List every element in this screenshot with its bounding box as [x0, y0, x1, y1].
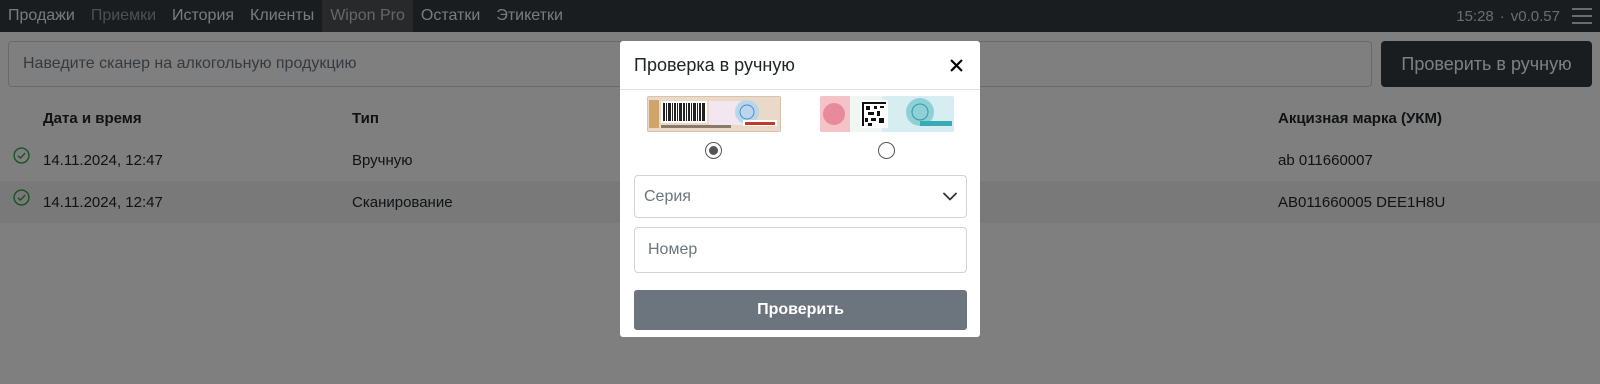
number-input[interactable]: Номер	[634, 227, 967, 273]
series-select[interactable]: Серия	[634, 175, 967, 218]
modal-title: Проверка в ручную	[634, 54, 795, 75]
stamp-type-selector	[620, 90, 980, 166]
modal-header: Проверка в ручную	[620, 41, 980, 90]
old-stamp-image[interactable]	[647, 96, 781, 132]
chevron-down-icon	[943, 192, 957, 201]
number-placeholder: Номер	[648, 241, 698, 258]
series-placeholder: Серия	[644, 187, 691, 205]
new-stamp-image[interactable]	[820, 96, 954, 132]
manual-check-modal: Проверка в ручную Серия Номер Проверить	[620, 41, 980, 337]
radio-old-stamp[interactable]	[705, 142, 722, 159]
app-root: Продажи Приемки История Клиенты Wipon Pr…	[0, 0, 1600, 384]
radio-new-stamp[interactable]	[878, 142, 895, 159]
close-icon	[950, 59, 962, 71]
submit-check-button[interactable]: Проверить	[634, 290, 967, 330]
close-button[interactable]	[946, 55, 966, 75]
